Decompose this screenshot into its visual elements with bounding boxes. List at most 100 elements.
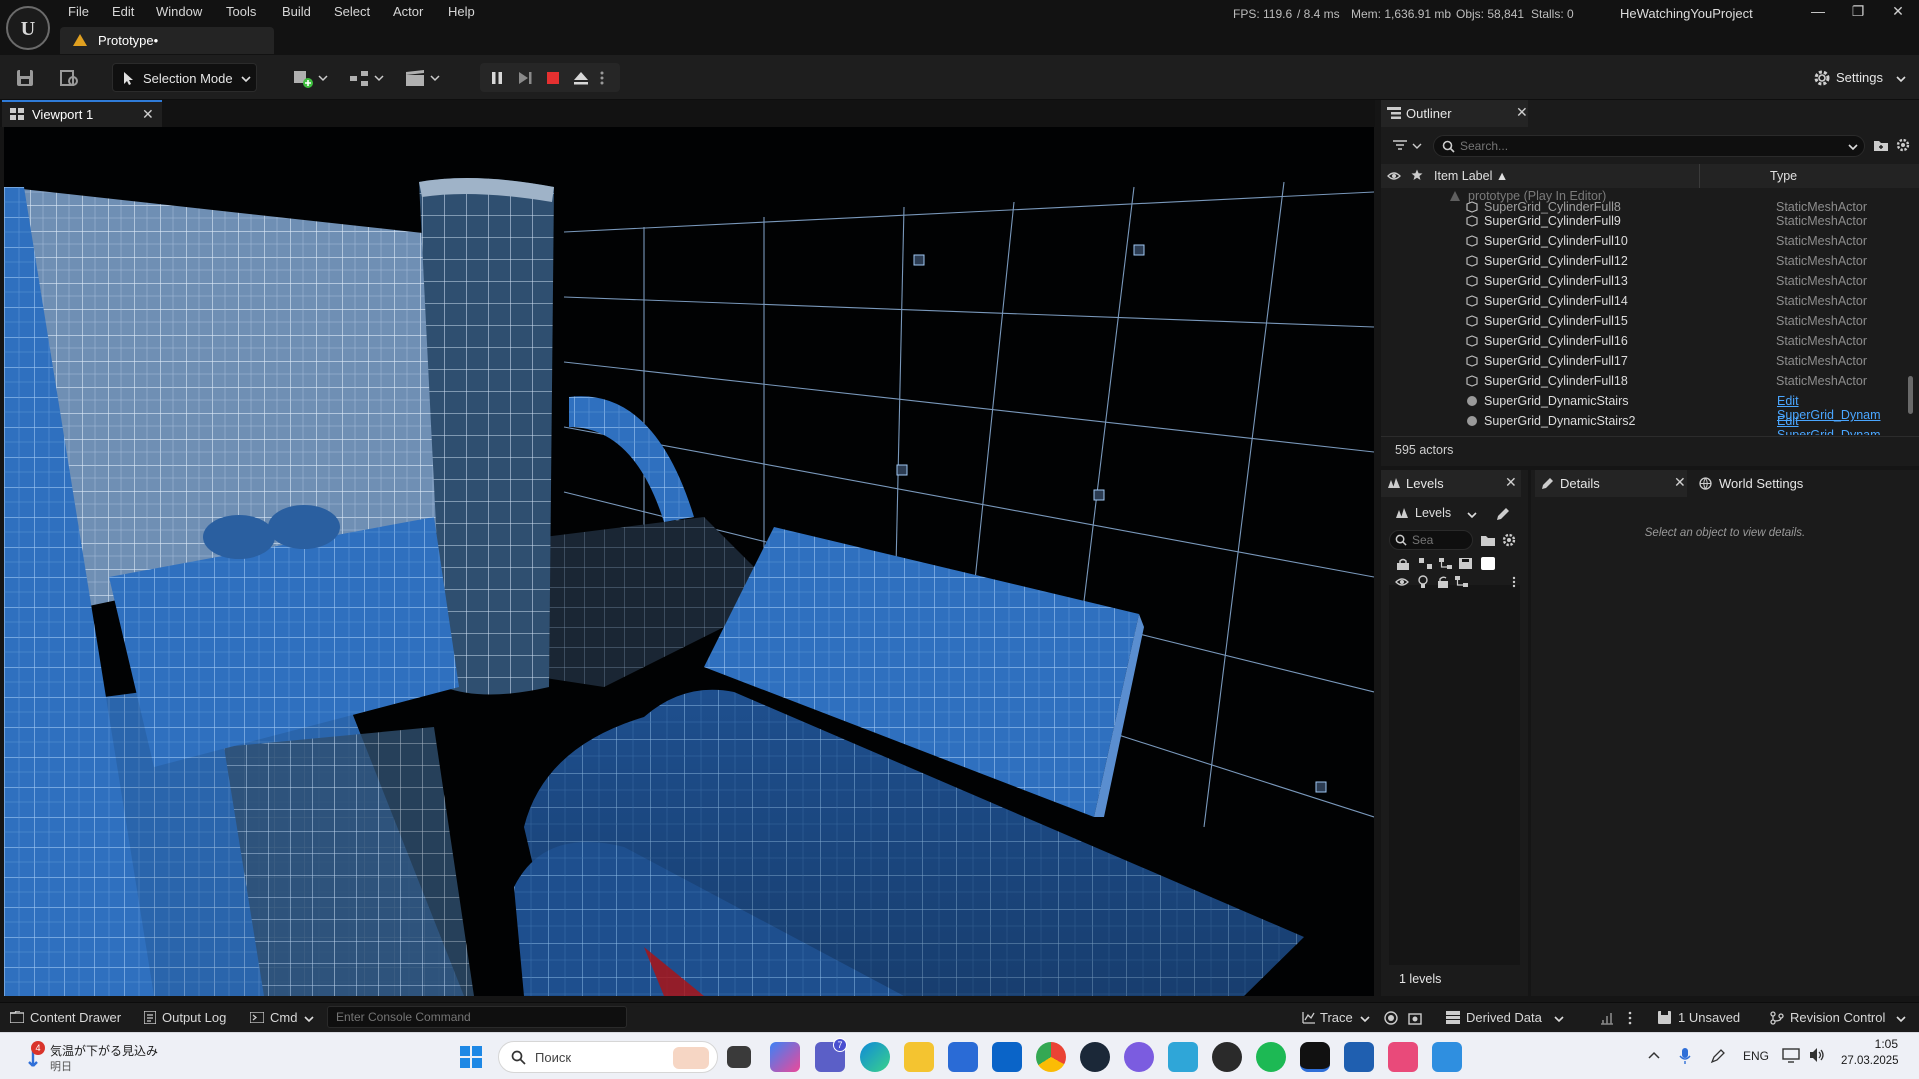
tab-levels[interactable]: Levels ✕ bbox=[1381, 470, 1521, 497]
pencil-icon[interactable] bbox=[1495, 506, 1511, 522]
snipping-tool-icon[interactable] bbox=[1388, 1042, 1418, 1072]
column-type[interactable]: Type bbox=[1770, 169, 1797, 183]
list-item[interactable]: SuperGrid_CylinderFull17 StaticMeshActor bbox=[1381, 352, 1903, 372]
language-indicator[interactable]: ENG bbox=[1743, 1049, 1769, 1063]
levels-search-input[interactable] bbox=[1412, 532, 1468, 548]
close-tab-icon[interactable]: ✕ bbox=[1505, 474, 1517, 491]
steam-icon[interactable] bbox=[1080, 1042, 1110, 1072]
output-log-button[interactable]: Output Log bbox=[144, 1009, 244, 1027]
console-field[interactable] bbox=[327, 1006, 627, 1028]
more-options-icon[interactable] bbox=[598, 69, 606, 87]
eye-icon[interactable] bbox=[1395, 576, 1409, 588]
task-view-icon[interactable] bbox=[727, 1046, 751, 1068]
unreal-engine-icon[interactable] bbox=[1300, 1042, 1330, 1072]
derived-data-dropdown[interactable]: Derived Data bbox=[1446, 1009, 1571, 1027]
save-icon[interactable] bbox=[14, 67, 36, 89]
weather-widget[interactable]: 4 気温が下がる見込み 明日 bbox=[20, 1041, 170, 1075]
revision-control-dropdown[interactable]: Revision Control bbox=[1770, 1009, 1910, 1027]
discord-icon[interactable] bbox=[1124, 1042, 1154, 1072]
windows-start-icon[interactable] bbox=[459, 1045, 483, 1069]
save-level-icon[interactable] bbox=[1459, 558, 1473, 570]
menu-actor[interactable]: Actor bbox=[393, 3, 423, 21]
unlock-icon[interactable] bbox=[1437, 576, 1449, 588]
screenshot-icon[interactable] bbox=[1408, 1011, 1422, 1025]
restore-button[interactable]: ❐ bbox=[1840, 3, 1876, 23]
add-actor-icon[interactable] bbox=[292, 67, 330, 89]
clock-date[interactable]: 27.03.2025 bbox=[1841, 1055, 1899, 1067]
stop-icon[interactable] bbox=[544, 69, 562, 87]
lock-visibility-icon[interactable] bbox=[1395, 558, 1411, 570]
menu-tools[interactable]: Tools bbox=[226, 3, 256, 21]
add-folder-icon[interactable] bbox=[1873, 138, 1889, 152]
spotify-icon[interactable] bbox=[1256, 1042, 1286, 1072]
teams-icon[interactable]: 7 bbox=[815, 1038, 847, 1072]
blueprint-icon[interactable] bbox=[348, 67, 386, 89]
pause-icon[interactable] bbox=[488, 69, 506, 87]
trace-dropdown[interactable]: Trace bbox=[1302, 1009, 1372, 1027]
content-drawer-button[interactable]: Content Drawer bbox=[10, 1009, 130, 1027]
list-item[interactable]: SuperGrid_CylinderFull15 StaticMeshActor bbox=[1381, 312, 1903, 332]
unreal-logo-icon[interactable]: U bbox=[6, 6, 50, 50]
volume-icon[interactable] bbox=[1808, 1047, 1826, 1063]
outliner-search-input[interactable] bbox=[1460, 138, 1840, 154]
column-divider[interactable] bbox=[1699, 164, 1700, 188]
edit-blueprint-link[interactable]: Edit SuperGrid_Dynam bbox=[1777, 414, 1903, 435]
level-color-swatch[interactable] bbox=[1481, 557, 1495, 570]
file-explorer-icon[interactable] bbox=[904, 1042, 934, 1072]
list-item[interactable]: SuperGrid_CylinderFull14 StaticMeshActor bbox=[1381, 292, 1903, 312]
column-item-label[interactable]: Item Label ▲ bbox=[1434, 169, 1508, 183]
selection-mode-dropdown[interactable]: Selection Mode bbox=[112, 63, 257, 92]
more-options-icon[interactable] bbox=[1628, 1011, 1632, 1025]
list-item[interactable]: SuperGrid_DynamicStairs Edit SuperGrid_D… bbox=[1381, 392, 1903, 422]
menu-window[interactable]: Window bbox=[156, 3, 202, 21]
edge-icon[interactable] bbox=[860, 1042, 890, 1072]
tab-details[interactable]: Details ✕ bbox=[1535, 470, 1687, 497]
hierarchy-icon[interactable] bbox=[1455, 576, 1469, 588]
network-icon[interactable] bbox=[1782, 1047, 1800, 1063]
menu-build[interactable]: Build bbox=[282, 3, 311, 21]
outliner-search[interactable] bbox=[1433, 135, 1865, 157]
paint-icon[interactable] bbox=[1432, 1042, 1462, 1072]
cinematics-icon[interactable] bbox=[404, 67, 442, 89]
eject-icon[interactable] bbox=[572, 69, 590, 87]
console-input[interactable] bbox=[336, 1009, 616, 1025]
list-item[interactable]: SuperGrid_CylinderFull16 StaticMeshActor bbox=[1381, 332, 1903, 352]
tab-world-settings[interactable]: World Settings bbox=[1691, 470, 1831, 497]
more-options-icon[interactable] bbox=[1512, 576, 1516, 588]
minimize-button[interactable]: — bbox=[1800, 3, 1836, 23]
list-item[interactable]: SuperGrid_CylinderFull12 StaticMeshActor bbox=[1381, 252, 1903, 272]
list-item[interactable]: SuperGrid_CylinderFull18 StaticMeshActor bbox=[1381, 372, 1903, 392]
menu-help[interactable]: Help bbox=[448, 3, 475, 21]
list-item[interactable]: SuperGrid_CylinderFull13 StaticMeshActor bbox=[1381, 272, 1903, 292]
list-item[interactable]: SuperGrid_CylinderFull9 StaticMeshActor bbox=[1381, 212, 1903, 232]
project-tab[interactable]: Prototype• bbox=[60, 27, 274, 54]
gear-icon[interactable] bbox=[1895, 137, 1911, 153]
list-item[interactable]: SuperGrid_CylinderFull10 StaticMeshActor bbox=[1381, 232, 1903, 252]
menu-select[interactable]: Select bbox=[334, 3, 370, 21]
close-tab-icon[interactable]: ✕ bbox=[1516, 104, 1528, 121]
levels-dropdown[interactable]: Levels bbox=[1393, 504, 1483, 524]
ms-store-icon[interactable] bbox=[948, 1042, 978, 1072]
gear-icon[interactable] bbox=[1501, 532, 1517, 548]
app-icon[interactable] bbox=[1168, 1042, 1198, 1072]
tab-viewport-1[interactable]: Viewport 1 ✕ bbox=[2, 100, 162, 127]
menu-file[interactable]: File bbox=[68, 3, 89, 21]
pen-icon[interactable] bbox=[1710, 1048, 1726, 1064]
taskbar-search[interactable]: Поиск bbox=[498, 1041, 718, 1073]
unsaved-button[interactable]: 1 Unsaved bbox=[1658, 1009, 1746, 1027]
close-button[interactable]: ✕ bbox=[1880, 3, 1916, 23]
outlook-icon[interactable] bbox=[992, 1042, 1022, 1072]
star-icon[interactable] bbox=[1411, 169, 1423, 181]
menu-edit[interactable]: Edit bbox=[112, 3, 134, 21]
source-control-status-icon[interactable] bbox=[1600, 1011, 1614, 1025]
chevron-down-icon[interactable] bbox=[1848, 143, 1858, 151]
clock-time[interactable]: 1:05 bbox=[1858, 1037, 1898, 1051]
outliner-scrollbar[interactable] bbox=[1908, 376, 1913, 414]
copilot-icon[interactable] bbox=[770, 1042, 800, 1072]
chevron-up-icon[interactable] bbox=[1648, 1051, 1660, 1059]
cmd-dropdown[interactable]: Cmd bbox=[250, 1009, 320, 1027]
close-tab-icon[interactable]: ✕ bbox=[1674, 474, 1686, 491]
lightbulb-icon[interactable] bbox=[1417, 575, 1429, 589]
microphone-icon[interactable] bbox=[1679, 1047, 1691, 1065]
list-item[interactable]: SuperGrid_DynamicStairs2 Edit SuperGrid_… bbox=[1381, 412, 1903, 435]
